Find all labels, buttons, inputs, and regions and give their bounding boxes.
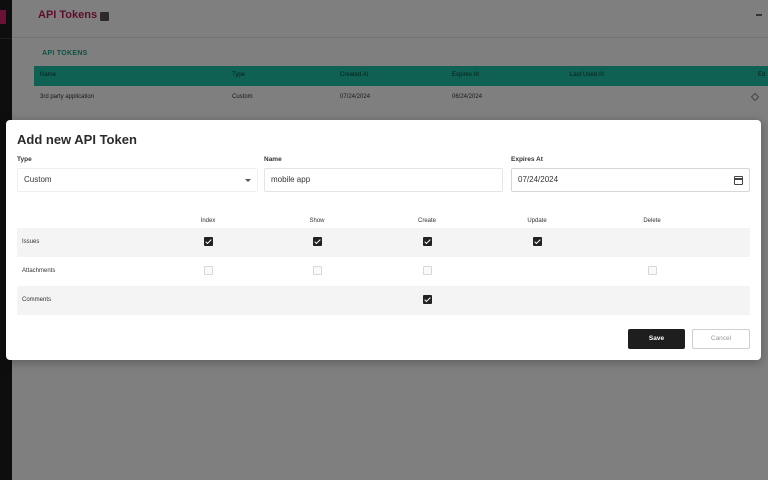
name-label: Name — [264, 156, 282, 163]
dialog-title: Add new API Token — [17, 132, 137, 147]
permission-checkbox-show[interactable] — [312, 266, 322, 275]
permission-row: Issues — [17, 228, 750, 257]
expires-value: 07/24/2024 — [518, 175, 559, 184]
chevron-down-icon — [245, 179, 251, 182]
expires-date-input[interactable]: 07/24/2024 — [511, 168, 750, 192]
permission-row: Attachments — [17, 257, 750, 286]
permission-checkbox-update[interactable] — [532, 237, 542, 246]
permission-checkbox-delete[interactable] — [647, 266, 657, 275]
permission-row: Comments — [17, 286, 750, 315]
cancel-button[interactable]: Cancel — [692, 329, 750, 349]
type-select[interactable]: Custom — [17, 168, 258, 192]
permission-checkbox-index[interactable] — [203, 266, 213, 275]
permission-checkbox-show[interactable] — [312, 237, 322, 246]
name-input[interactable]: mobile app — [264, 168, 503, 192]
calendar-icon[interactable] — [734, 176, 743, 185]
permission-label: Issues — [22, 239, 40, 245]
perm-col-show: Show — [309, 218, 325, 224]
perm-col-update: Update — [527, 218, 547, 224]
type-label: Type — [17, 156, 32, 163]
permission-checkbox-create[interactable] — [422, 237, 432, 246]
add-token-dialog: Add new API Token Type Custom Name mobil… — [6, 120, 761, 360]
permission-checkbox-create[interactable] — [422, 266, 432, 275]
perm-col-create: Create — [417, 218, 436, 224]
perm-col-delete: Delete — [643, 218, 661, 224]
permission-label: Comments — [22, 297, 52, 303]
permission-checkbox-index[interactable] — [203, 237, 213, 246]
perm-col-index: Index — [200, 218, 216, 224]
permission-label: Attachments — [22, 268, 56, 274]
type-value: Custom — [24, 175, 52, 184]
permission-checkbox-create[interactable] — [422, 295, 432, 304]
save-button[interactable]: Save — [628, 329, 685, 349]
name-value: mobile app — [271, 175, 311, 184]
expires-label: Expires At — [511, 156, 543, 163]
